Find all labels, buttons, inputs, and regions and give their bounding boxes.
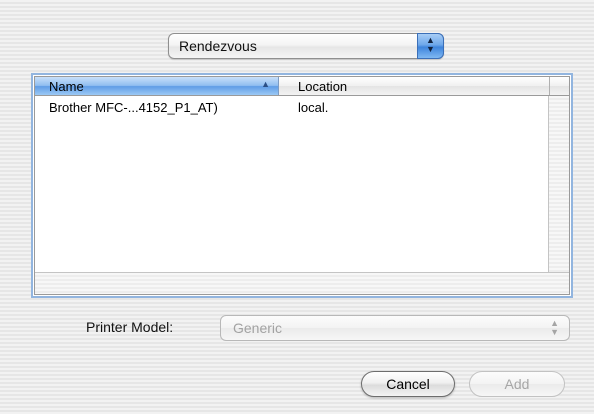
column-header-location[interactable]: Location [280, 77, 550, 95]
printer-location-cell: local. [298, 100, 329, 115]
connection-type-popup[interactable]: Rendezvous ▲ ▼ [168, 33, 444, 59]
printer-model-popup[interactable]: Generic ▲ ▼ [220, 315, 570, 341]
printer-list: Name ▲ Location Brother MFC-...4152_P1_A… [31, 73, 573, 298]
list-header: Name ▲ Location [35, 77, 569, 96]
add-button[interactable]: Add [469, 371, 565, 397]
table-row[interactable]: Brother MFC-...4152_P1_AT) local. [35, 97, 551, 118]
printer-list-inner: Name ▲ Location Brother MFC-...4152_P1_A… [34, 76, 570, 295]
horizontal-scrollbar[interactable] [35, 272, 569, 294]
popup-stepper-icon[interactable]: ▲ ▼ [417, 33, 444, 59]
sort-ascending-icon: ▲ [261, 79, 270, 89]
connection-type-value: Rendezvous [179, 38, 257, 54]
printer-model-label: Printer Model: [86, 319, 174, 335]
column-header-name[interactable]: Name ▲ [35, 77, 279, 95]
column-header-location-label: Location [298, 79, 348, 94]
up-down-arrows-icon: ▲ ▼ [550, 318, 559, 337]
printer-name-cell: Brother MFC-...4152_P1_AT) [49, 100, 218, 115]
up-down-arrows-icon: ▲ ▼ [426, 35, 435, 54]
header-corner [548, 77, 569, 95]
cancel-button[interactable]: Cancel [361, 371, 455, 397]
vertical-scrollbar[interactable] [548, 96, 569, 272]
printer-model-value: Generic [233, 320, 283, 336]
column-header-name-label: Name [49, 79, 84, 94]
